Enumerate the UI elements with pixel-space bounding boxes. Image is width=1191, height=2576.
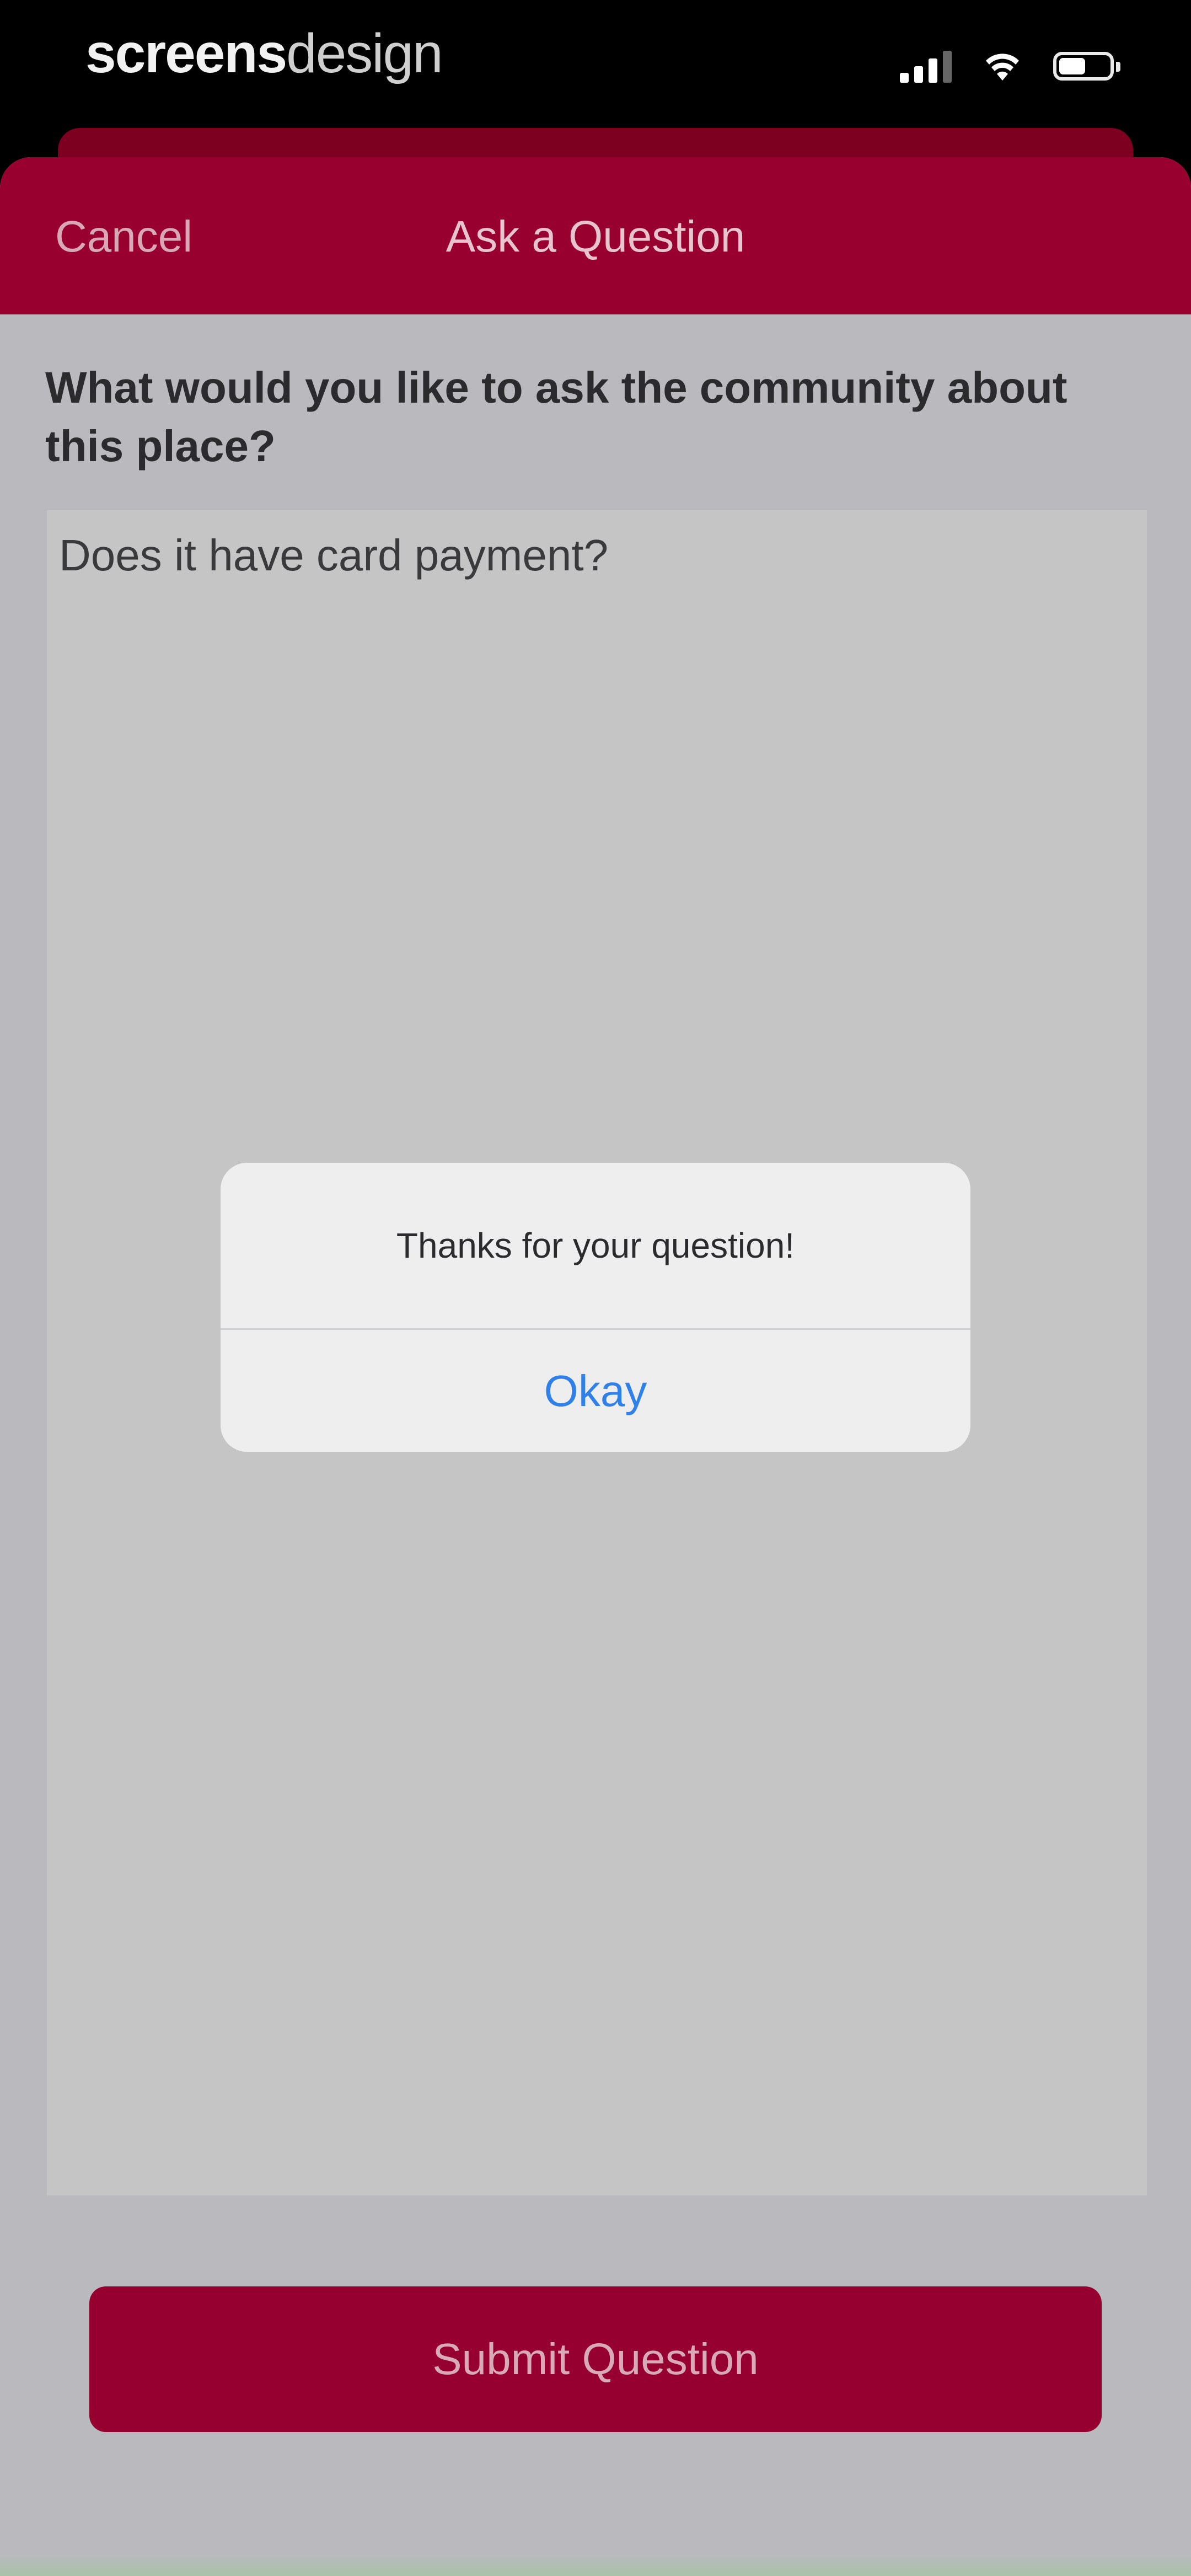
brand-bold: screens (85, 23, 287, 84)
status-icons (900, 47, 1120, 85)
submit-question-button[interactable]: Submit Question (89, 2286, 1102, 2432)
cellular-signal-icon (900, 50, 952, 83)
brand-light: design (286, 23, 443, 84)
phone-screen: screensdesign Cancel Ask a Question What… (0, 0, 1191, 2576)
page-title: Ask a Question (446, 212, 745, 261)
battery-level-fill (1059, 58, 1086, 74)
battery-icon (1053, 52, 1120, 81)
alert-message: Thanks for your question! (396, 1226, 795, 1265)
okay-button[interactable]: Okay (221, 1330, 970, 1452)
bottom-edge (0, 2554, 1191, 2576)
wifi-icon (986, 54, 1019, 81)
thanks-alert-dialog: Thanks for your question! Okay (221, 1163, 970, 1452)
question-prompt: What would you like to ask the community… (45, 363, 1067, 471)
status-bar: screensdesign (0, 0, 1191, 132)
brand-watermark: screensdesign (85, 22, 443, 85)
navigation-bar: Cancel Ask a Question (0, 157, 1191, 314)
